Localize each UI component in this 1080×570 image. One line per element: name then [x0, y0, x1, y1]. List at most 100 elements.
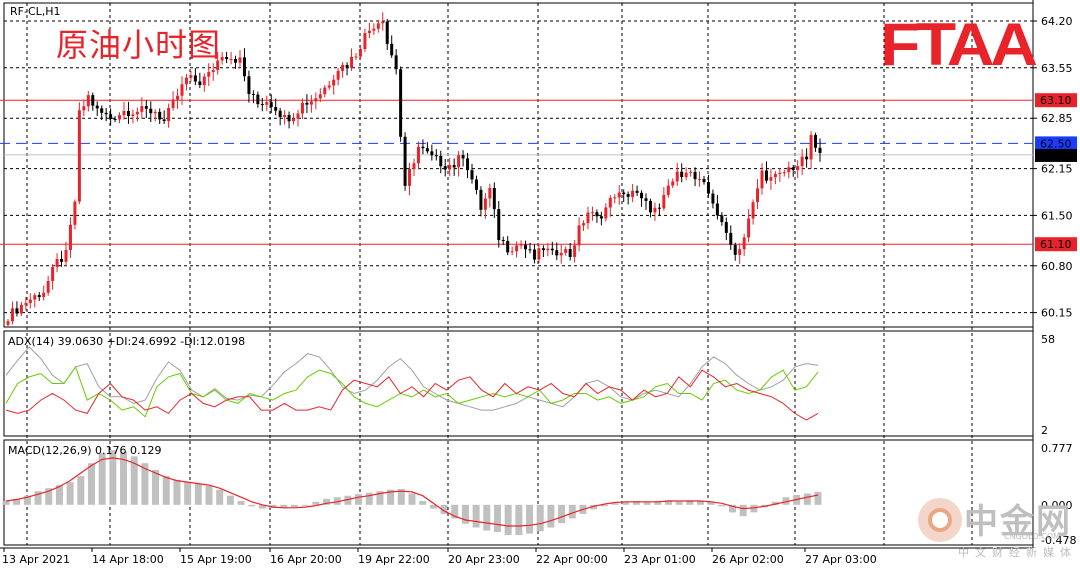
- x-tick-label: 14 Apr 18:00: [92, 553, 164, 566]
- candle-body: [10, 308, 14, 322]
- candle-body: [416, 146, 420, 164]
- adx-label: ADX(14) 39.0630 +DI:24.6992 -DI:12.0198: [8, 335, 245, 348]
- candle-body: [805, 156, 809, 160]
- level-label: 63.10: [1040, 94, 1072, 107]
- y-tick-label: 63.55: [1041, 62, 1073, 75]
- macd-histogram-bar: [558, 504, 566, 523]
- candle-body: [733, 244, 737, 255]
- candle-body: [452, 165, 456, 168]
- y-tick-label: 64.20: [1041, 15, 1073, 28]
- candle-body: [376, 23, 380, 29]
- candle-body: [403, 136, 407, 186]
- candle-body: [818, 147, 822, 153]
- candle-body: [256, 94, 260, 105]
- candle-body: [189, 75, 193, 78]
- candle-body: [385, 21, 389, 44]
- candle-body: [724, 222, 728, 233]
- candle-body: [176, 95, 180, 100]
- candle-body: [42, 292, 46, 298]
- candle-body: [225, 57, 229, 60]
- candle-body: [729, 232, 733, 245]
- macd-histogram-bar: [408, 493, 416, 505]
- candle-body: [283, 115, 287, 118]
- y-tick-label: 62.85: [1041, 112, 1073, 125]
- candle-body: [604, 207, 608, 219]
- candle-body: [653, 207, 657, 213]
- candle-body: [711, 193, 715, 204]
- macd-histogram-bar: [152, 469, 160, 505]
- candle-body: [479, 189, 483, 210]
- candle-body: [220, 57, 224, 61]
- candle-body: [122, 111, 126, 116]
- candle-body: [327, 85, 331, 88]
- candle-body: [573, 245, 577, 257]
- candle-body: [82, 106, 86, 111]
- candle-body: [184, 77, 188, 85]
- candle-body: [77, 110, 81, 202]
- candle-body: [631, 190, 635, 197]
- macd-signal-line: [5, 457, 819, 527]
- candle-body: [260, 104, 264, 106]
- candle-body: [131, 114, 135, 117]
- macd-y-tick-label: 0.777: [1041, 442, 1073, 455]
- macd-histogram-bar: [301, 504, 309, 506]
- candle-body: [550, 248, 554, 251]
- candle-body: [764, 170, 768, 181]
- candle-body: [702, 179, 706, 183]
- candle-body: [443, 166, 447, 170]
- candle-body: [269, 102, 273, 108]
- candle-body: [470, 170, 474, 180]
- candle-body: [439, 155, 443, 167]
- candle-body: [425, 148, 429, 152]
- candle-body: [109, 114, 113, 120]
- adx-y-tick-label: 2: [1041, 424, 1048, 437]
- candle-body: [60, 258, 64, 262]
- candle-body: [73, 201, 77, 225]
- candle-body: [715, 203, 719, 216]
- ftaa-logo: FTAA: [880, 11, 1038, 78]
- candle-body: [292, 118, 296, 122]
- candle-body: [666, 185, 670, 195]
- candle-body: [171, 99, 175, 108]
- candle-body: [474, 179, 478, 190]
- watermark-url: CNGOLD.COM: [1004, 532, 1061, 541]
- candle-body: [412, 163, 416, 170]
- candle-body: [296, 113, 300, 119]
- candle-body: [617, 192, 621, 198]
- macd-histogram-bar: [290, 504, 298, 508]
- candle-body: [747, 218, 751, 238]
- chart-canvas: 13 Apr 2021 14 Apr 18:00 15 Apr 19:00 16 Ap…: [0, 0, 1077, 566]
- macd-histogram-bar: [237, 501, 245, 505]
- cngold-logo-inner-icon: [928, 508, 952, 532]
- candle-body: [528, 249, 532, 251]
- candle-body: [706, 182, 710, 194]
- candle-body: [626, 194, 630, 197]
- candle-body: [434, 155, 438, 157]
- candle-body: [336, 70, 340, 80]
- candle-body: [33, 295, 37, 300]
- candle-body: [809, 135, 813, 160]
- candle-body: [586, 212, 590, 224]
- macd-histogram-bar: [803, 493, 811, 505]
- macd-histogram-bar: [248, 504, 256, 507]
- candle-body: [497, 209, 501, 240]
- level-label: 61.10: [1040, 238, 1072, 251]
- candle-body: [662, 194, 666, 209]
- candle-body: [577, 225, 581, 246]
- candle-body: [532, 249, 536, 260]
- candle-body: [457, 155, 461, 168]
- candle-body: [309, 101, 313, 105]
- candle-body: [287, 115, 291, 122]
- macd-histogram-bar: [184, 482, 192, 505]
- candle-body: [135, 111, 139, 115]
- x-tick-label: 22 Apr 00:00: [536, 553, 608, 566]
- macd-histogram-bar: [611, 503, 619, 505]
- candle-body: [86, 95, 90, 107]
- candle-body: [751, 202, 755, 219]
- candle-body: [515, 245, 519, 252]
- macd-histogram-bar: [718, 504, 726, 507]
- candle-body: [773, 173, 777, 178]
- x-tick-label: 23 Apr 01:00: [624, 553, 696, 566]
- candle-body: [167, 107, 171, 122]
- macd-histogram-bar: [312, 501, 320, 505]
